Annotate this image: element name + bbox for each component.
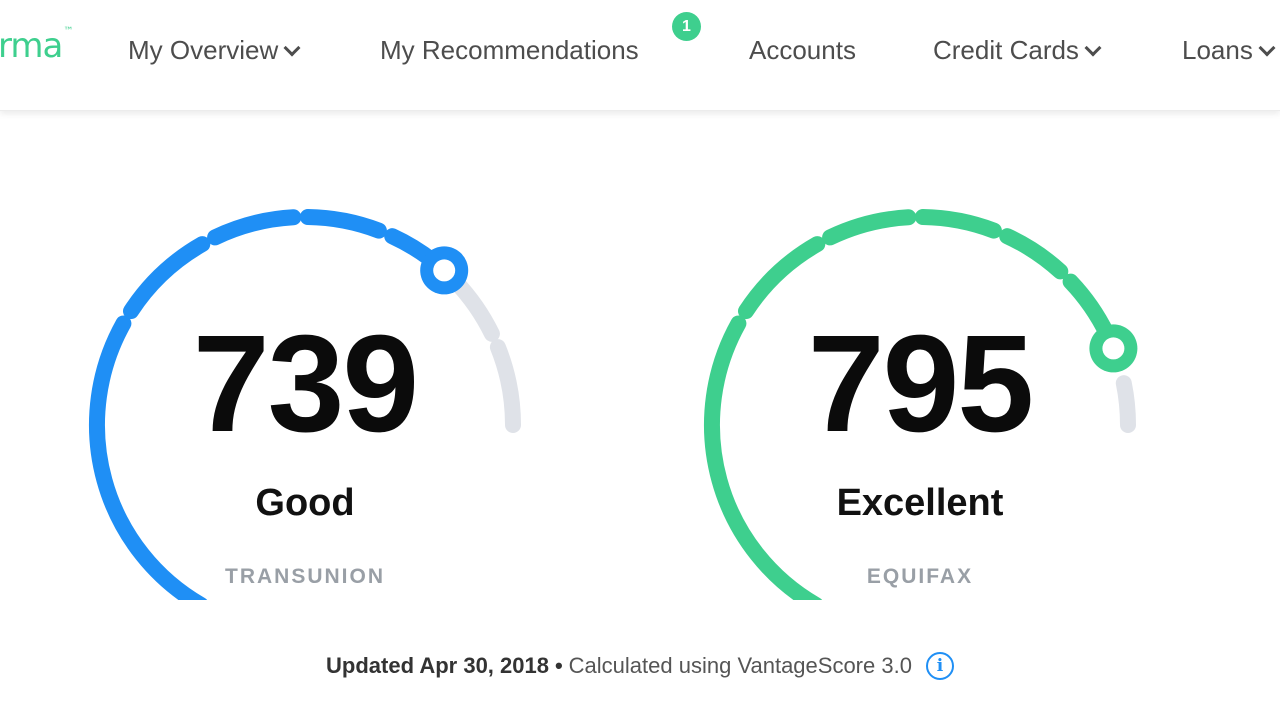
gauge-filled-segment xyxy=(999,228,1069,280)
calculation-method-text: Calculated using VantageScore 3.0 xyxy=(568,653,912,678)
equifax-score-gauge[interactable]: 795 Excellent EQUIFAX xyxy=(685,180,1155,600)
gauge-filled-segment xyxy=(123,236,211,320)
nav-my-recommendations[interactable]: My Recommendations xyxy=(380,35,639,66)
chevron-down-icon xyxy=(1258,39,1276,56)
gauge-marker-knob-center xyxy=(433,259,456,282)
separator-dot: • xyxy=(554,653,563,678)
credit-score-rating: Good xyxy=(255,482,355,524)
gauge-filled-segment xyxy=(207,209,302,246)
score-update-footer: Updated Apr 30, 2018 • Calculated using … xyxy=(0,652,1280,680)
nav-accounts-label: Accounts xyxy=(749,35,856,65)
transunion-score-gauge[interactable]: 739 Good TRANSUNION xyxy=(70,180,540,600)
chevron-down-icon xyxy=(1084,39,1102,56)
nav-my-overview[interactable]: My Overview xyxy=(128,35,301,66)
gauge-filled-segment xyxy=(914,209,1002,239)
gauge-filled-segment xyxy=(822,209,917,246)
updated-date: Updated Apr 30, 2018 xyxy=(326,653,549,678)
info-icon[interactable]: i xyxy=(925,652,954,680)
credit-bureau-label: EQUIFAX xyxy=(866,565,974,588)
credit-bureau-label: TRANSUNION xyxy=(225,565,385,588)
nav-loans-label: Loans xyxy=(1182,35,1253,65)
nav-my-overview-label: My Overview xyxy=(128,35,279,65)
recommendations-count-badge: 1 xyxy=(672,12,701,41)
chevron-down-icon xyxy=(283,39,301,56)
nav-credit-cards-label: Credit Cards xyxy=(933,35,1079,65)
credit-score-rating: Excellent xyxy=(836,482,1004,524)
nav-my-recommendations-label: My Recommendations xyxy=(380,35,639,65)
credit-score-value: 795 xyxy=(807,307,1034,461)
nav-loans[interactable]: Loans xyxy=(1182,35,1276,66)
top-navigation-bar: rma™ My Overview My Recommendations 1 Ac… xyxy=(0,0,1280,111)
gauge-filled-segment xyxy=(738,236,826,320)
credit-score-value: 739 xyxy=(192,307,419,461)
nav-credit-cards[interactable]: Credit Cards xyxy=(933,35,1102,66)
brand-logo[interactable]: rma™ xyxy=(0,26,73,66)
gauge-filled-segment xyxy=(299,209,387,239)
nav-accounts[interactable]: Accounts xyxy=(749,35,856,66)
